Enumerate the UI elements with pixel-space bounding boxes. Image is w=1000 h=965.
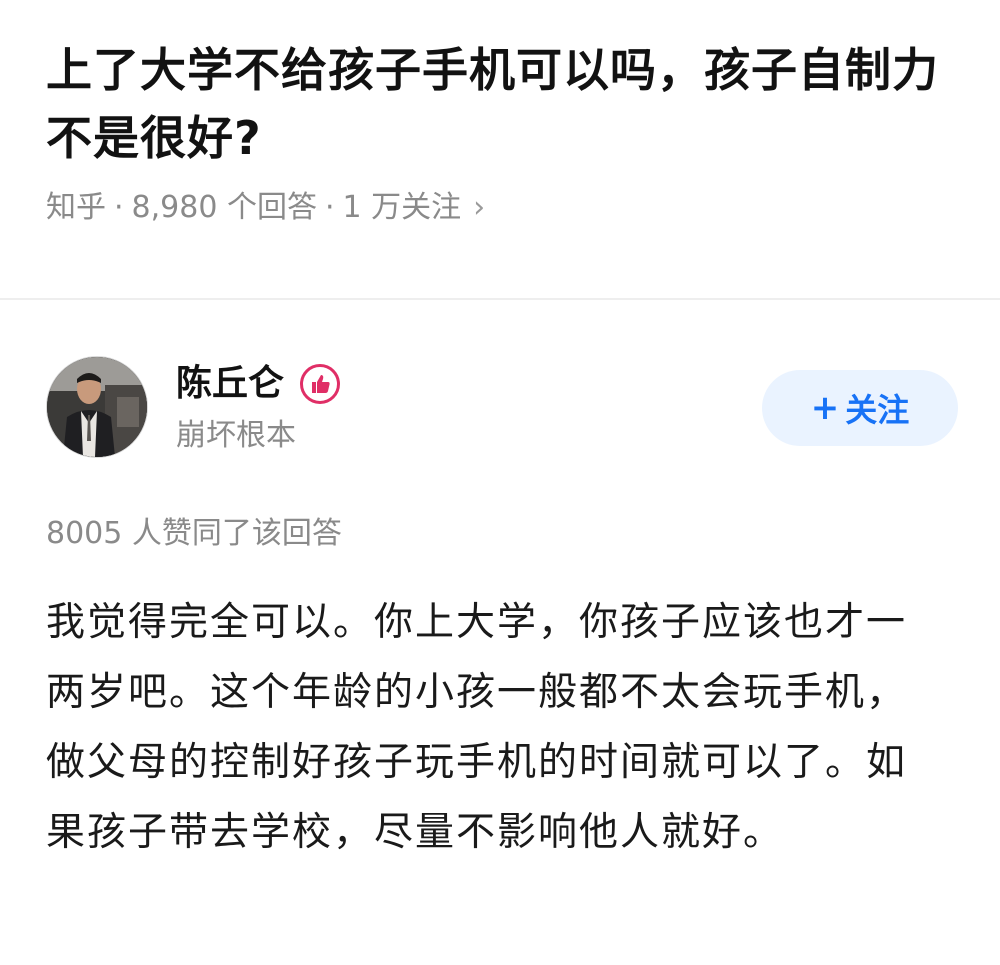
meta-separator: · <box>114 190 124 225</box>
follow-button[interactable]: + 关注 <box>762 370 958 446</box>
avatar[interactable] <box>46 356 148 458</box>
chevron-right-icon[interactable]: › <box>473 188 485 228</box>
question-title[interactable]: 上了大学不给孩子手机可以吗，孩子自制力不是很好? <box>46 36 966 172</box>
author-name[interactable]: 陈丘仑 <box>176 362 284 406</box>
question-meta[interactable]: 知乎 · 8,980 个回答 · 1 万关注 › <box>46 188 966 228</box>
question-header: 上了大学不给孩子手机可以吗，孩子自制力不是很好? 知乎 · 8,980 个回答 … <box>46 36 966 228</box>
author-card: 陈丘仑 崩坏根本 + 关注 <box>46 356 958 460</box>
section-divider <box>0 298 1000 300</box>
source-label: 知乎 <box>46 190 106 225</box>
follow-button-label: 关注 <box>845 391 910 429</box>
answer-text[interactable]: 我觉得完全可以。你上大学，你孩子应该也才一两岁吧。这个年龄的小孩一般都不太会玩手… <box>46 588 946 868</box>
answer-count: 8,980 个回答 <box>131 190 317 225</box>
thumbs-up-icon-glyph <box>312 375 330 393</box>
follow-count: 1 万关注 <box>342 190 462 225</box>
meta-separator: · <box>324 190 335 225</box>
author-name-row: 陈丘仑 <box>176 362 341 406</box>
plus-icon: + <box>810 388 840 428</box>
avatar-image <box>47 357 147 457</box>
vote-count: 8005 人赞同了该回答 <box>46 516 342 551</box>
thumbs-up-icon <box>300 364 341 404</box>
author-description: 崩坏根本 <box>176 418 296 453</box>
